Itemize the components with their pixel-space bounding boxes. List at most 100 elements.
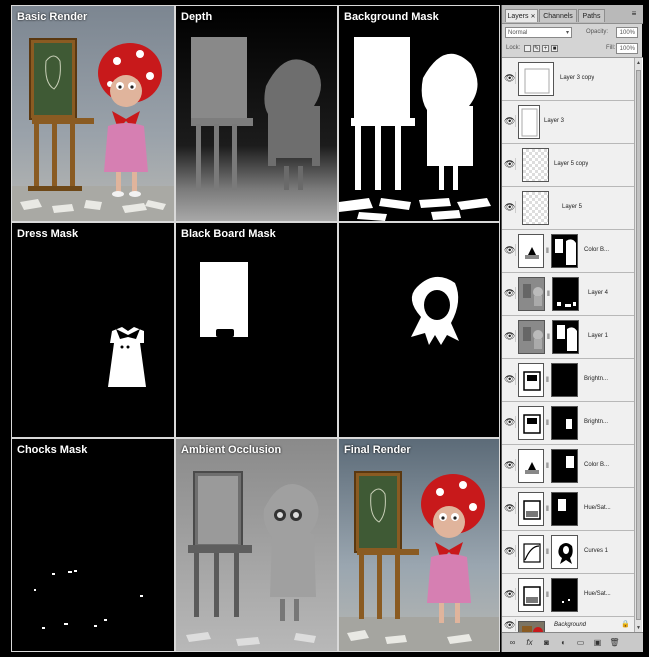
eye-icon[interactable]: 👁 xyxy=(504,373,516,385)
eye-icon[interactable]: 👁 xyxy=(504,158,516,170)
composite-screenshot: Basic Render Depth Background Mask Dress… xyxy=(0,0,649,657)
layer-row[interactable]: 👁 Layer 5 xyxy=(502,187,635,230)
opacity-field[interactable]: 100% xyxy=(616,27,638,38)
layer-list: 👁 Layer 3 copy 👁 Layer 3 👁 Layer 5 copy … xyxy=(502,58,643,633)
chocks-mask-panel: Chocks Mask xyxy=(11,438,175,652)
depth-label: Depth xyxy=(181,11,213,23)
final-render-label: Final Render xyxy=(344,444,411,456)
tab-channels[interactable]: Channels xyxy=(539,9,577,22)
depth-panel: Depth xyxy=(175,5,338,222)
scroll-down-arrow-icon[interactable]: ▼ xyxy=(635,624,642,632)
link-icon: ǁ xyxy=(546,549,549,556)
lock-transparency-icon[interactable] xyxy=(524,45,531,52)
adjustment-layer-icon xyxy=(518,578,544,612)
adjustment-layer-icon[interactable]: ◐ xyxy=(558,637,569,648)
eye-icon[interactable]: 👁 xyxy=(504,502,516,514)
basic-render-image xyxy=(12,38,174,221)
eye-icon[interactable]: 👁 xyxy=(504,588,516,600)
scrollbar-thumb[interactable] xyxy=(636,70,641,620)
eye-icon[interactable]: 👁 xyxy=(504,330,516,342)
layer-row[interactable]: 👁 ǁ Color B... xyxy=(502,230,635,273)
chevron-down-icon: ▾ xyxy=(565,30,569,36)
layer-row[interactable]: 👁 Layer 3 xyxy=(502,101,635,144)
tab-paths[interactable]: Paths xyxy=(578,9,605,22)
layer-name: Layer 1 xyxy=(588,333,609,339)
ambient-occlusion-label: Ambient Occlusion xyxy=(181,444,282,456)
ambient-occlusion-image xyxy=(186,471,319,646)
blackboard-mask-panel: Black Board Mask xyxy=(175,222,338,438)
blackboard-mask-image xyxy=(200,262,248,337)
eye-icon[interactable]: 👁 xyxy=(504,244,516,256)
layer-row[interactable]: 👁 Background 🔒 xyxy=(502,617,635,633)
lock-position-icon[interactable]: + xyxy=(542,45,549,52)
basic-render-panel: Basic Render xyxy=(11,5,175,222)
new-layer-icon[interactable]: ▣ xyxy=(592,637,603,648)
link-icon: ǁ xyxy=(546,377,549,384)
eye-icon[interactable]: 👁 xyxy=(504,115,516,127)
layer-name: Layer 5 xyxy=(562,204,583,210)
panel-menu-icon[interactable]: ≡ xyxy=(629,9,639,19)
layer-name: Hue/Sat... xyxy=(584,505,611,511)
add-mask-icon[interactable]: ◙ xyxy=(541,637,552,648)
eye-icon[interactable]: 👁 xyxy=(504,72,516,84)
link-icon: ǁ xyxy=(546,248,549,255)
layer-row[interactable]: 👁 ǁ Hue/Sat... xyxy=(502,574,635,617)
eye-icon[interactable]: 👁 xyxy=(504,416,516,428)
scroll-up-arrow-icon[interactable]: ▲ xyxy=(635,59,642,67)
layer-thumbnail xyxy=(518,105,540,139)
layer-name: Color B... xyxy=(584,462,610,468)
eye-icon[interactable]: 👁 xyxy=(504,619,516,631)
layer-mask-thumbnail xyxy=(551,234,578,268)
tab-layers[interactable]: Layers ✕ xyxy=(505,9,538,22)
close-icon[interactable]: ✕ xyxy=(530,14,535,20)
fx-icon[interactable]: fx xyxy=(524,637,535,648)
layer-name: Curves 1 xyxy=(584,548,609,554)
dress-mask-panel: Dress Mask xyxy=(11,222,175,438)
layer-row[interactable]: 👁 ǁ Hue/Sat... xyxy=(502,488,635,531)
layer-row[interactable]: 👁 Layer 5 copy xyxy=(502,144,635,187)
layers-footer: ∞ fx ◙ ◐ ▭ ▣ 🗑 xyxy=(502,632,643,652)
adjustment-layer-icon xyxy=(518,363,544,397)
layer-row[interactable]: 👁 ǁ Color B... xyxy=(502,445,635,488)
layer-row[interactable]: 👁 ǁ Layer 4 xyxy=(502,273,635,316)
layer-thumbnail xyxy=(522,148,549,182)
layer-list-scrollbar[interactable]: ▲ ▼ xyxy=(634,58,642,633)
layer-mask-thumbnail xyxy=(551,578,578,612)
layer-row[interactable]: 👁 Layer 3 copy xyxy=(502,58,635,101)
lock-image-icon[interactable]: ✎ xyxy=(533,45,540,52)
render-pass-grid: Basic Render Depth Background Mask Dress… xyxy=(11,5,500,652)
layer-mask-thumbnail xyxy=(552,320,579,354)
trash-icon[interactable]: 🗑 xyxy=(609,637,620,648)
background-mask-image xyxy=(339,37,491,221)
final-render-image xyxy=(339,471,499,651)
chocks-mask-label: Chocks Mask xyxy=(17,444,88,456)
background-mask-label: Background Mask xyxy=(344,11,439,23)
adjustment-layer-icon xyxy=(518,535,544,569)
adjustment-layer-icon xyxy=(518,406,544,440)
layer-mask-thumbnail xyxy=(551,535,578,569)
lock-all-icon[interactable]: ■ xyxy=(551,45,558,52)
layer-row[interactable]: 👁 ǁ Layer 1 xyxy=(502,316,635,359)
eye-icon[interactable]: 👁 xyxy=(504,201,516,213)
eye-icon[interactable]: 👁 xyxy=(504,545,516,557)
layer-name: Background xyxy=(554,622,587,628)
fill-label: Fill: xyxy=(606,45,616,51)
fill-field[interactable]: 100% xyxy=(616,43,638,54)
layer-row[interactable]: 👁 ǁ Brightn... xyxy=(502,359,635,402)
layer-row[interactable]: 👁 ǁ Curves 1 xyxy=(502,531,635,574)
eye-icon[interactable]: 👁 xyxy=(504,287,516,299)
blend-mode-select[interactable]: Normal ▾ xyxy=(505,27,572,38)
layer-thumbnail xyxy=(518,320,545,354)
layer-row[interactable]: 👁 ǁ Brightn... xyxy=(502,402,635,445)
blackboard-mask-label: Black Board Mask xyxy=(181,228,276,240)
new-group-icon[interactable]: ▭ xyxy=(575,637,586,648)
basic-render-label: Basic Render xyxy=(17,11,88,23)
layer-thumbnail xyxy=(518,277,545,311)
tab-layers-label: Layers xyxy=(507,13,529,20)
adjustment-layer-icon xyxy=(518,449,544,483)
link-icon[interactable]: ∞ xyxy=(507,637,518,648)
opacity-label: Opacity: xyxy=(586,29,609,35)
layer-name: Layer 3 xyxy=(544,118,565,124)
layers-panel: Layers ✕ Channels Paths ≡ Normal ▾ Opacity… xyxy=(501,5,643,652)
eye-icon[interactable]: 👁 xyxy=(504,459,516,471)
